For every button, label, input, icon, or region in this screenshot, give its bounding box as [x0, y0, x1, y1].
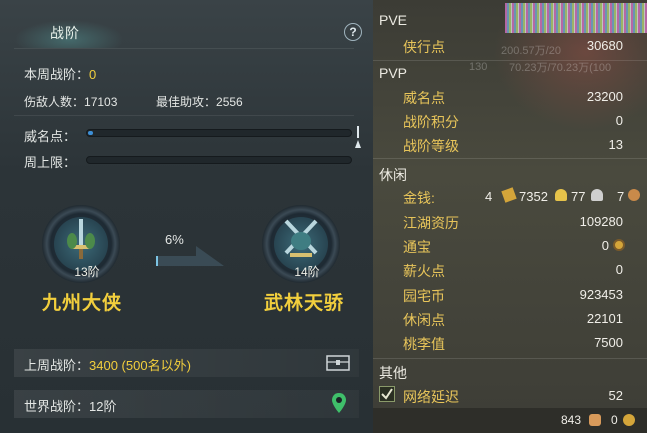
world-value: 12阶: [89, 399, 117, 414]
leisure-item-value: 7500: [594, 335, 623, 350]
world-rank-strip: 世界战阶：12阶: [14, 390, 359, 418]
divider: [373, 158, 647, 159]
ghost-text: 70.23万/70.23万(100: [509, 62, 612, 74]
kills-stat: 伤敌人数：17103: [24, 93, 117, 110]
pve-item-label: 侠行点: [403, 39, 445, 55]
pvp-item-label: 威名点: [403, 90, 445, 106]
weekly-cap-bar: [86, 156, 352, 164]
prestige-label: 威名点：: [24, 129, 77, 144]
last-week-rank: 上周战阶：3400 (500名以外): [24, 355, 191, 374]
latency-value: 52: [608, 388, 623, 403]
divider: [373, 358, 647, 359]
sword-icon: [67, 219, 95, 259]
this-week-rank: 本周战阶：0: [24, 64, 96, 83]
panel-header: 战阶: [0, 14, 373, 48]
next-rank-level: 14阶: [294, 265, 320, 279]
leisure-item-value: 109280: [579, 214, 623, 229]
divider: [373, 60, 647, 61]
crossed-swords-icon: [284, 219, 318, 257]
coin-icon: [623, 414, 635, 426]
this-week-label: 本周战阶：: [24, 67, 90, 82]
prestige-bar: [86, 129, 352, 137]
pvp-item-value: 23200: [586, 89, 623, 104]
pvp-item-label: 战阶等级: [403, 138, 459, 154]
leisure-item-label: 桃李值: [403, 336, 445, 352]
gold-coin-icon: [555, 189, 567, 201]
best-assist-label: 最佳助攻：: [156, 95, 217, 109]
leisure-item-value: 0: [601, 238, 609, 253]
chest-icon[interactable]: [326, 355, 350, 371]
best-assist-stat: 最佳助攻：2556: [156, 93, 243, 110]
currency-panel: 200.57万/20 130 70.23万/70.23万(100 PVE 侠行点…: [373, 0, 647, 433]
divider: [14, 48, 354, 49]
bottom-count1: 843: [561, 413, 582, 427]
other-heading: 其他: [379, 365, 407, 381]
help-button[interactable]: ?: [344, 23, 362, 41]
pve-item-value: 30680: [586, 38, 623, 53]
gold-ingot-icon: [501, 187, 517, 203]
tab-title[interactable]: 战阶: [50, 23, 80, 43]
leisure-item-value: 22101: [586, 311, 623, 326]
world-label: 世界战阶：: [24, 399, 90, 414]
latency-checkbox[interactable]: [379, 386, 395, 402]
ghost-text: 200.57万/20: [501, 45, 561, 57]
next-rank-name: 武林天骄: [264, 293, 345, 314]
kills-label: 伤敌人数：: [24, 95, 85, 109]
leisure-item-value: 923453: [579, 287, 623, 302]
money-copper2: 7: [617, 189, 625, 204]
this-week-value: 0: [89, 67, 97, 82]
latency-label: 网络延迟: [403, 389, 459, 405]
tongbao-coin-icon: [613, 239, 625, 251]
copper-coin-icon: [628, 189, 640, 201]
leisure-item-label: 通宝: [403, 239, 431, 255]
checkmark-icon: [381, 388, 393, 400]
bottom-count2: 0: [611, 413, 618, 427]
leisure-item-label: 休闲点: [403, 312, 445, 328]
leisure-item-value: 0: [615, 262, 623, 277]
pvp-heading: PVP: [379, 65, 408, 81]
arrow-right-icon: [156, 246, 224, 266]
current-rank-name: 九州大侠: [42, 293, 123, 314]
pve-heading: PVE: [379, 12, 408, 28]
best-assist-value: 2556: [216, 95, 243, 109]
progress-percent: 6%: [165, 232, 184, 247]
overlay-stripes: [505, 3, 647, 33]
ghost-text: 130: [469, 61, 488, 73]
divider: [14, 115, 354, 116]
money-gold: 4: [485, 189, 493, 204]
leisure-item-label: 园宅币: [403, 288, 445, 304]
leisure-item-label: 江湖资历: [403, 215, 459, 231]
money-copper1: 77: [571, 189, 586, 204]
silver-coin-icon: [591, 189, 603, 201]
last-week-label: 上周战阶：: [24, 358, 90, 373]
kills-value: 17103: [84, 95, 118, 109]
current-rank-level: 13阶: [74, 265, 100, 279]
last-week-strip: 上周战阶：3400 (500名以外): [14, 349, 359, 377]
prestige-bar-fill: [88, 131, 94, 135]
last-week-value: 3400 (500名以外): [89, 358, 191, 373]
leisure-heading: 休闲: [379, 167, 407, 183]
money-label: 金钱:: [403, 190, 435, 206]
pvp-item-value: 0: [615, 113, 623, 128]
pvp-item-value: 13: [608, 137, 623, 152]
weekly-cap-label: 周上限：: [24, 155, 77, 170]
bar-marker-icon: [355, 126, 361, 148]
world-rank: 世界战阶：12阶: [24, 396, 116, 415]
character-icon: [589, 414, 601, 426]
rank-panel: 战阶 ? 本周战阶：0 伤敌人数：17103 最佳助攻：2556 威名点： 周上…: [0, 0, 373, 433]
location-pin-icon[interactable]: [332, 393, 346, 415]
bottom-bar: 843 0: [373, 408, 647, 433]
money-silver: 7352: [519, 189, 548, 204]
pvp-item-label: 战阶积分: [403, 114, 459, 130]
leisure-item-label: 薪火点: [403, 263, 445, 279]
